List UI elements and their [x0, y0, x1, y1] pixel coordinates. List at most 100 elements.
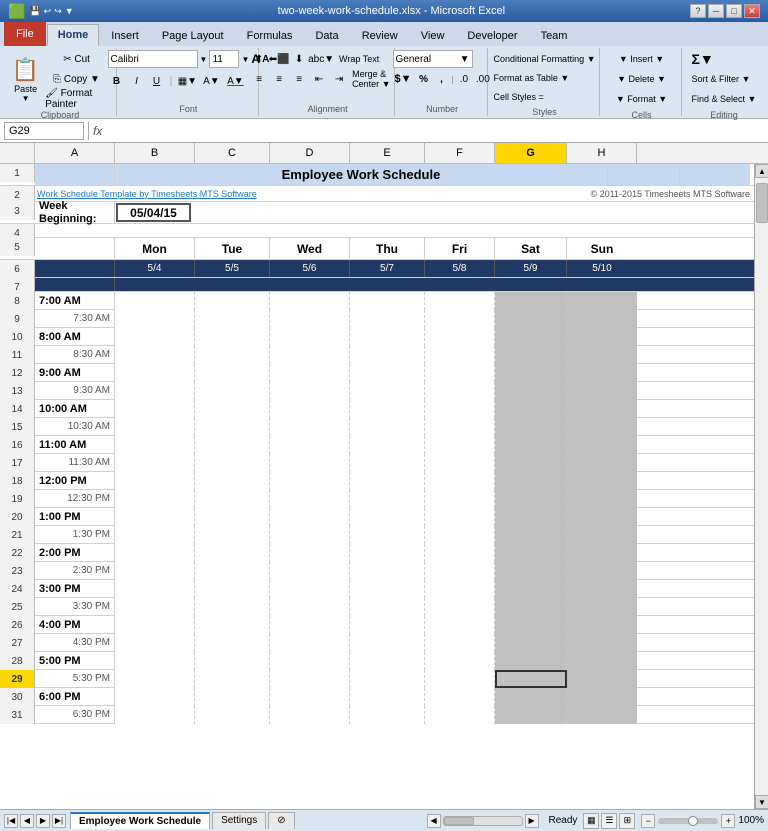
cell-r29-c3[interactable] — [195, 670, 270, 688]
cell-sun-26[interactable] — [567, 616, 637, 634]
cell-r24-c5[interactable] — [350, 580, 425, 598]
cell-r31-c5[interactable] — [350, 706, 425, 724]
tab-home[interactable]: Home — [47, 24, 100, 46]
cell-r28-c2[interactable] — [115, 652, 195, 670]
zoom-slider[interactable] — [658, 818, 718, 824]
cell-r18-c3[interactable] — [195, 472, 270, 490]
tab-developer[interactable]: Developer — [456, 24, 528, 46]
font-size-input[interactable] — [209, 50, 239, 68]
cell-r21-c4[interactable] — [270, 526, 350, 544]
align-center-btn[interactable]: ≡ — [270, 70, 288, 88]
cell-r27-c2[interactable] — [115, 634, 195, 652]
cell-r18-c2[interactable] — [115, 472, 195, 490]
cell-r9-c2[interactable] — [115, 310, 195, 328]
cell-sun-28[interactable] — [567, 652, 637, 670]
cell-sat-23[interactable] — [495, 562, 567, 580]
cell-r9-c4[interactable] — [270, 310, 350, 328]
cell-sun-9[interactable] — [567, 310, 637, 328]
cell-sun-16[interactable] — [567, 436, 637, 454]
cell-sat-27[interactable] — [495, 634, 567, 652]
tab-review[interactable]: Review — [351, 24, 409, 46]
cell-r11-c2[interactable] — [115, 346, 195, 364]
cell-sat-8[interactable] — [495, 292, 567, 310]
maximize-btn[interactable]: □ — [726, 4, 742, 18]
normal-view-btn[interactable]: ▦ — [583, 813, 599, 829]
cell-r18-c6[interactable] — [425, 472, 495, 490]
cell-r13-c4[interactable] — [270, 382, 350, 400]
cell-sun-15[interactable] — [567, 418, 637, 436]
font-size-dropdown[interactable]: ▼ — [241, 55, 249, 64]
cell-sun-12[interactable] — [567, 364, 637, 382]
cell-r22-c4[interactable] — [270, 544, 350, 562]
italic-button[interactable]: I — [128, 72, 146, 90]
cell-r21-c5[interactable] — [350, 526, 425, 544]
cell-sat-12[interactable] — [495, 364, 567, 382]
cell-r19-c6[interactable] — [425, 490, 495, 508]
cell-r29-c4[interactable] — [270, 670, 350, 688]
cell-sun-27[interactable] — [567, 634, 637, 652]
col-header-d[interactable]: D — [270, 143, 350, 163]
cell-r21-c3[interactable] — [195, 526, 270, 544]
tab-page-layout[interactable]: Page Layout — [151, 24, 235, 46]
font-name-input[interactable] — [108, 50, 198, 68]
cell-r8-c6[interactable] — [425, 292, 495, 310]
cell-sat-19[interactable] — [495, 490, 567, 508]
cell-r13-c5[interactable] — [350, 382, 425, 400]
align-bottom-btn[interactable]: ⬇ — [290, 50, 308, 68]
cell-r23-c4[interactable] — [270, 562, 350, 580]
scroll-down-btn[interactable]: ▼ — [755, 795, 768, 809]
cell-r15-c4[interactable] — [270, 418, 350, 436]
cell-r19-c4[interactable] — [270, 490, 350, 508]
cell-r26-c4[interactable] — [270, 616, 350, 634]
cell-r14-c6[interactable] — [425, 400, 495, 418]
cell-sun-17[interactable] — [567, 454, 637, 472]
cell-sun-11[interactable] — [567, 346, 637, 364]
cell-r27-c5[interactable] — [350, 634, 425, 652]
tab-insert[interactable]: Insert — [100, 24, 150, 46]
cell-sat-15[interactable] — [495, 418, 567, 436]
cell-r16-c6[interactable] — [425, 436, 495, 454]
cell-r28-c6[interactable] — [425, 652, 495, 670]
increase-indent-btn[interactable]: ⇥ — [330, 70, 348, 88]
help-btn[interactable]: ? — [690, 4, 706, 18]
hscroll-thumb[interactable] — [444, 817, 474, 825]
sheet-tab-settings[interactable]: Settings — [212, 812, 266, 829]
font-name-dropdown[interactable]: ▼ — [200, 55, 208, 64]
cell-sat-22[interactable] — [495, 544, 567, 562]
cell-r31-c2[interactable] — [115, 706, 195, 724]
cell-r20-c2[interactable] — [115, 508, 195, 526]
cell-r22-c2[interactable] — [115, 544, 195, 562]
cell-r25-c6[interactable] — [425, 598, 495, 616]
cell-r11-c4[interactable] — [270, 346, 350, 364]
comma-btn[interactable]: , — [434, 70, 450, 88]
cell-r9-c6[interactable] — [425, 310, 495, 328]
cell-r9-c5[interactable] — [350, 310, 425, 328]
cell-r21-c2[interactable] — [115, 526, 195, 544]
cell-r23-c5[interactable] — [350, 562, 425, 580]
orientation-btn[interactable]: abc▼ — [310, 50, 332, 68]
cell-sat-13[interactable] — [495, 382, 567, 400]
cell-r23-c6[interactable] — [425, 562, 495, 580]
cell-r28-c3[interactable] — [195, 652, 270, 670]
conditional-formatting-btn[interactable]: Conditional Formatting ▼ — [490, 50, 600, 67]
cell-r10-c4[interactable] — [270, 328, 350, 346]
cell-sun-24[interactable] — [567, 580, 637, 598]
format-painter-button[interactable]: 🖌 Format Painter — [43, 90, 110, 108]
format-as-table-btn[interactable]: Format as Table ▼ — [490, 69, 574, 86]
cell-r19-c5[interactable] — [350, 490, 425, 508]
cell-r14-c5[interactable] — [350, 400, 425, 418]
cell-r22-c3[interactable] — [195, 544, 270, 562]
tab-file[interactable]: File — [4, 22, 46, 46]
cell-r17-c6[interactable] — [425, 454, 495, 472]
cell-r10-c5[interactable] — [350, 328, 425, 346]
cell-r13-c6[interactable] — [425, 382, 495, 400]
page-break-btn[interactable]: ⊞ — [619, 813, 635, 829]
cell-sun-25[interactable] — [567, 598, 637, 616]
tab-formulas[interactable]: Formulas — [236, 24, 304, 46]
cell-r12-c6[interactable] — [425, 364, 495, 382]
cell-sun-10[interactable] — [567, 328, 637, 346]
sheet-tab-employee[interactable]: Employee Work Schedule — [70, 812, 210, 829]
hscroll-right-btn[interactable]: ▶ — [525, 814, 539, 828]
cell-r20-c4[interactable] — [270, 508, 350, 526]
cell-r14-c2[interactable] — [115, 400, 195, 418]
